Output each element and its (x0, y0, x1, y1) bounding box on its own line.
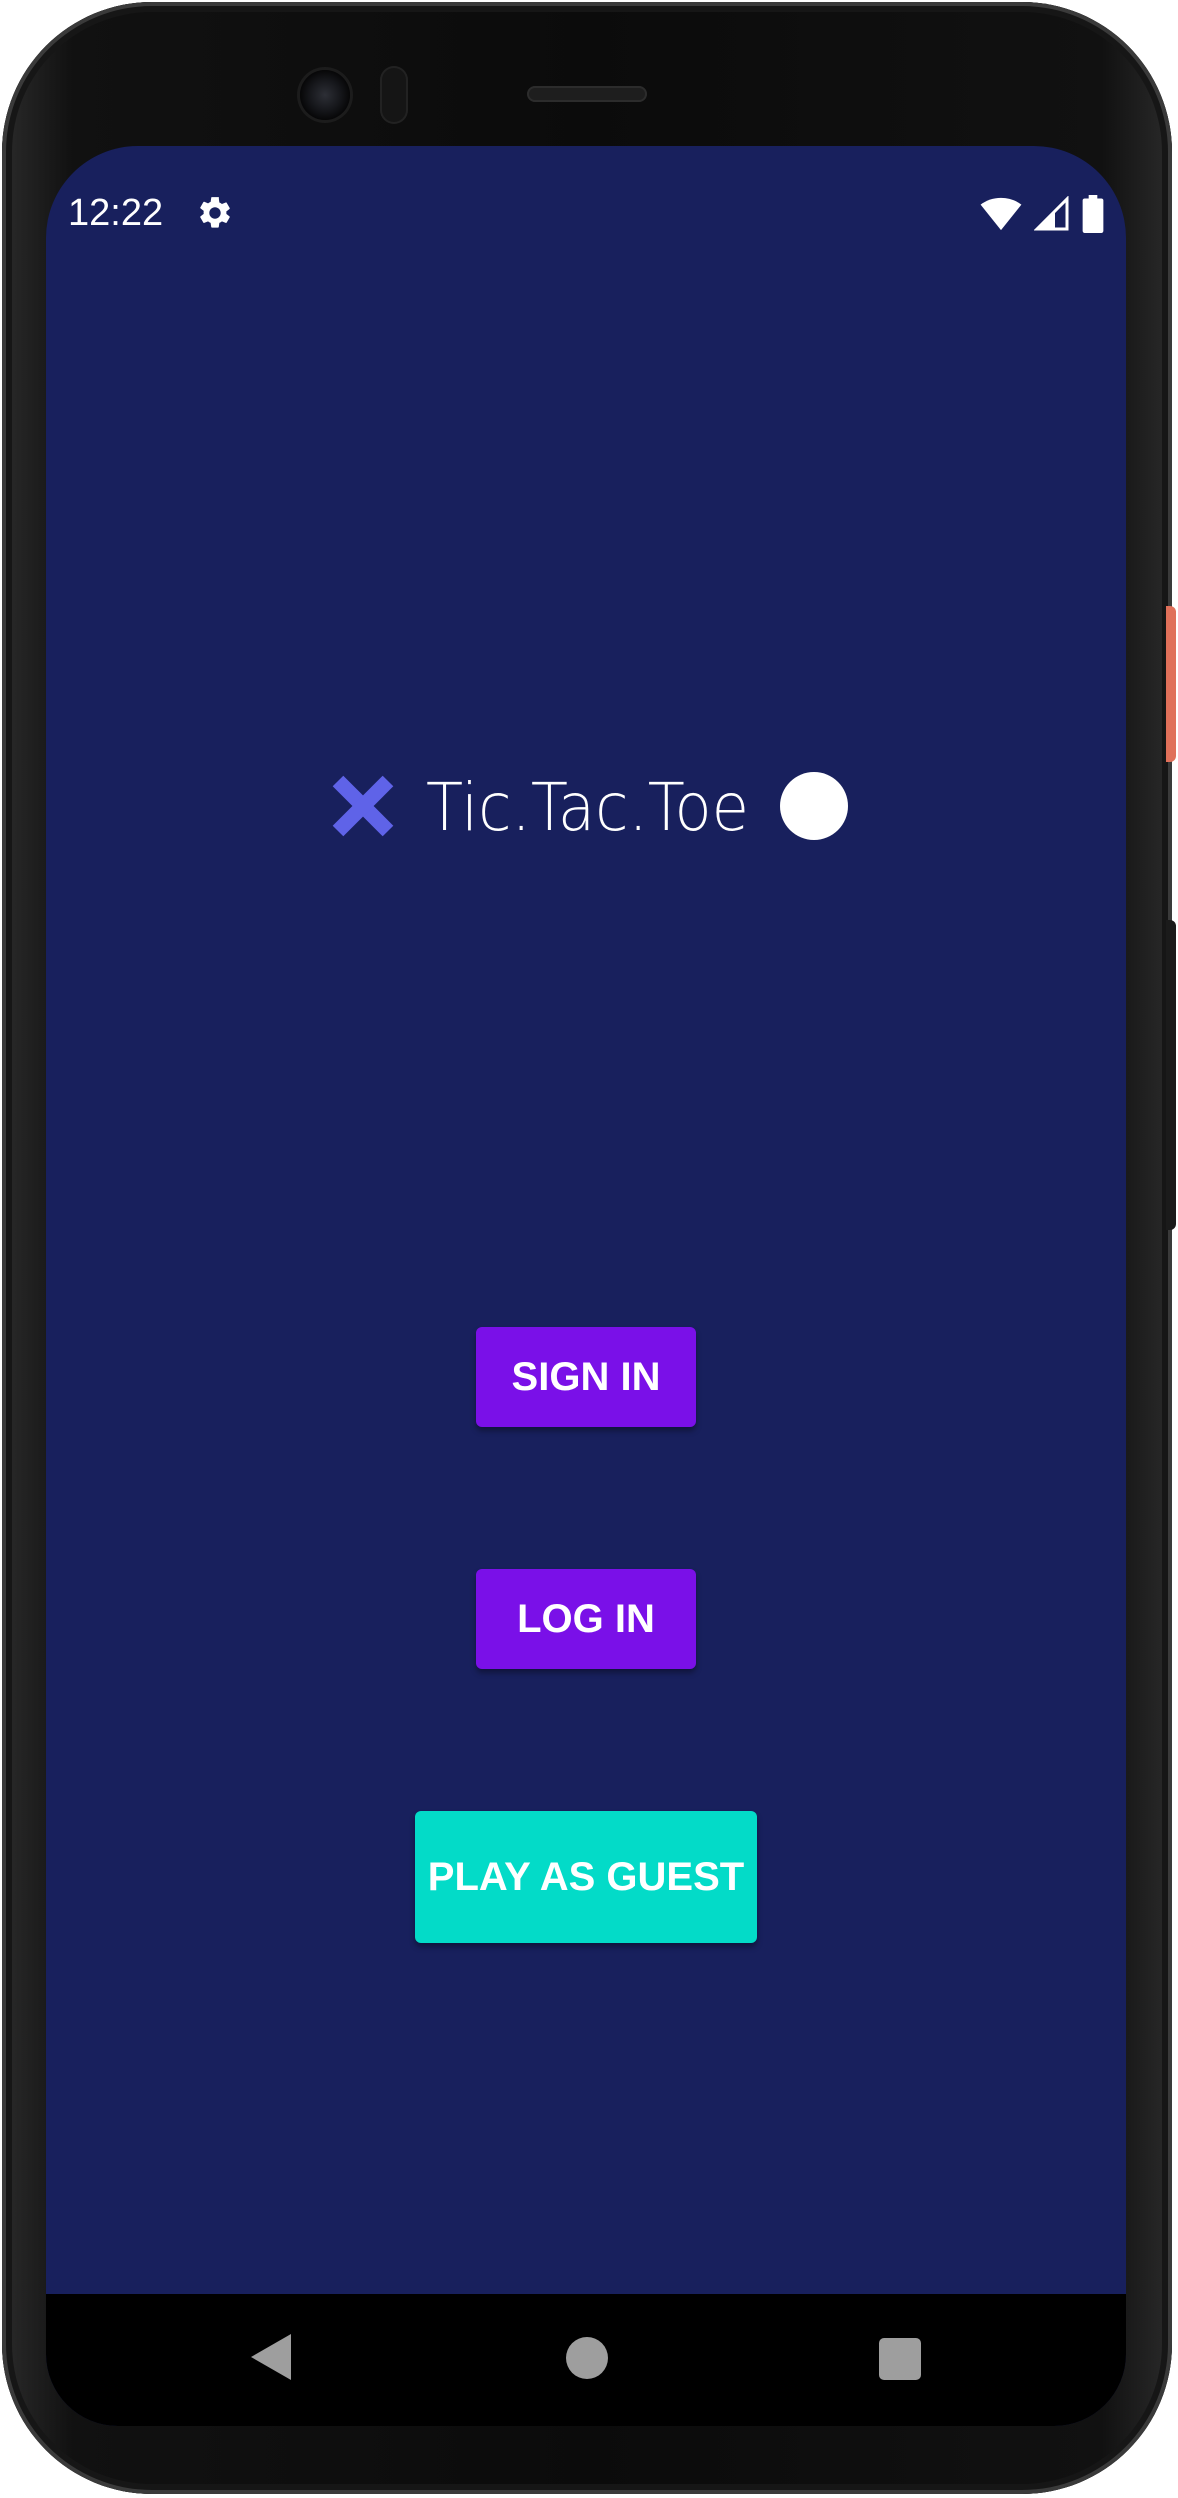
status-icons (980, 194, 1104, 234)
x-mark-icon (333, 775, 394, 837)
status-time: 12:22 (68, 192, 164, 234)
proximity-sensor (380, 66, 408, 124)
cellular-signal-icon (1034, 196, 1069, 231)
play-as-guest-button[interactable]: PLAY AS GUEST (415, 1811, 757, 1943)
back-icon[interactable] (251, 2334, 291, 2380)
status-bar: 12:22 (46, 146, 1126, 286)
volume-button (1166, 920, 1176, 1230)
log-in-button[interactable]: LOG IN (476, 1569, 696, 1669)
gear-icon (200, 197, 230, 228)
wifi-icon (980, 197, 1022, 231)
battery-icon (1082, 195, 1104, 233)
front-camera (300, 70, 350, 120)
app-logo: Tic.Tac.Toe (46, 756, 1126, 856)
navigation-bar (46, 2294, 1126, 2426)
power-button (1166, 606, 1176, 762)
o-circle-icon (779, 772, 848, 840)
recents-icon[interactable] (879, 2338, 921, 2380)
sign-in-button[interactable]: SIGN IN (476, 1327, 696, 1427)
app-screen: 12:22 Tic.Tac.Toe SIGN IN LOG IN PLAY AS… (46, 146, 1126, 2426)
earpiece-speaker (527, 86, 647, 102)
app-title: Tic.Tac.Toe (426, 768, 750, 846)
home-icon[interactable] (566, 2337, 608, 2379)
